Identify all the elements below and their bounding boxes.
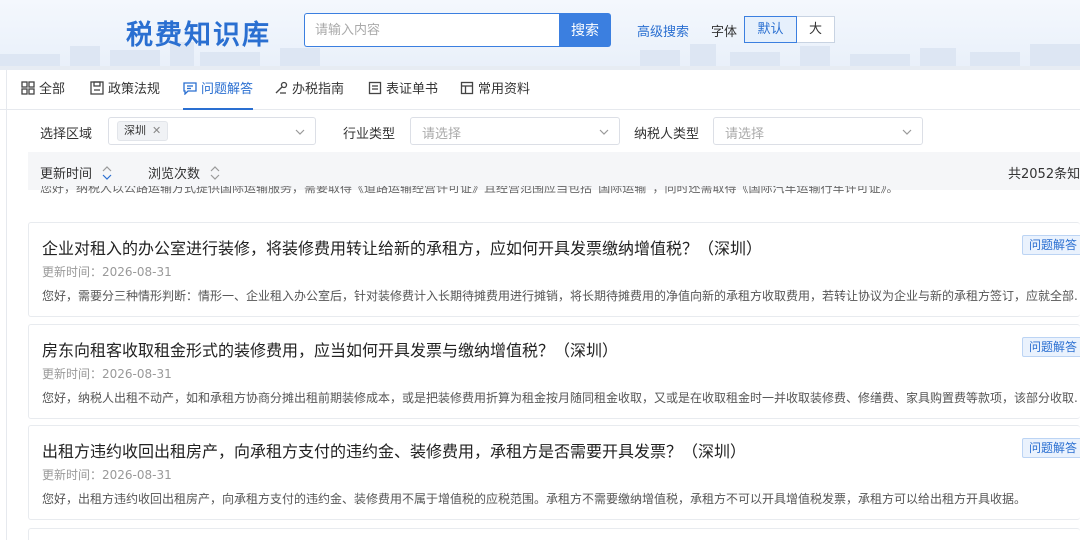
tab-guide-label: 办税指南 bbox=[292, 82, 345, 97]
result-card[interactable]: 房东向租客收取租金形式的装修费用，应当如何开具发票与缴纳增值税？（深圳） 问题解… bbox=[28, 324, 1080, 419]
save-icon bbox=[90, 81, 104, 95]
taxpayer-placeholder: 请选择 bbox=[725, 127, 765, 142]
table-icon bbox=[460, 81, 474, 95]
tab-policy[interactable]: 政策法规 bbox=[90, 70, 160, 110]
chevron-down-icon bbox=[295, 129, 305, 135]
search-button[interactable]: 搜索 bbox=[559, 13, 611, 47]
sort-views[interactable]: 浏览次数 bbox=[148, 163, 220, 182]
sort-bar: 更新时间 浏览次数 共2052条知识 bbox=[28, 152, 1080, 190]
industry-label: 行业类型 bbox=[343, 127, 396, 142]
tab-forms-label: 表证单书 bbox=[386, 82, 439, 97]
result-date: 更新时间：2026-08-31 bbox=[42, 367, 172, 381]
advanced-search-link[interactable]: 高级搜索 bbox=[637, 21, 689, 40]
chevron-down-icon bbox=[902, 129, 912, 135]
tab-all-label: 全部 bbox=[39, 82, 66, 97]
category-badge: 问题解答 bbox=[1022, 337, 1080, 357]
result-summary: 您好，纳税人出租不动产，如和承租方协商分摊出租前期装修成本，或是把装修费用折算为… bbox=[42, 391, 1077, 405]
region-select[interactable]: 深圳 ✕ bbox=[108, 117, 316, 145]
tab-materials[interactable]: 常用资料 bbox=[460, 70, 530, 110]
category-badge: 问题解答 bbox=[1022, 235, 1080, 255]
tools-icon bbox=[275, 81, 288, 94]
sort-update-time[interactable]: 更新时间 bbox=[40, 163, 112, 182]
result-summary: 您好，出租方违约收回出租房产，向承租方支付的违约金、装修费用不属于增值税的应税范… bbox=[42, 492, 1027, 506]
result-card[interactable]: 出租方违约收回出租房产，向承租方支付的违约金、装修费用，承租方是否需要开具发票？… bbox=[28, 425, 1080, 520]
sort-arrows-icon bbox=[102, 166, 112, 180]
tab-all[interactable]: 全部 bbox=[21, 70, 65, 110]
region-tag-label: 深圳 bbox=[124, 124, 146, 137]
industry-select[interactable]: 请选择 bbox=[410, 117, 620, 145]
tab-materials-label: 常用资料 bbox=[478, 82, 531, 97]
result-title[interactable]: 房东向租客收取租金形式的装修费用，应当如何开具发票与缴纳增值税？（深圳） bbox=[42, 337, 618, 361]
result-title[interactable]: 企业对租入的办公室进行装修，将装修费用转让给新的承租方，应如何开具发票缴纳增值税… bbox=[42, 235, 762, 259]
font-large-button[interactable]: 大 bbox=[797, 16, 835, 43]
result-count: 共2052条知识 bbox=[1008, 167, 1080, 182]
sort-arrows-icon bbox=[210, 166, 220, 180]
category-badge: 问题解答 bbox=[1022, 438, 1080, 458]
result-card[interactable]: 企业对租入的办公室进行装修，将装修费用转让给新的承租方，应如何开具发票缴纳增值税… bbox=[28, 222, 1080, 317]
region-label: 选择区域 bbox=[40, 127, 93, 142]
result-date: 更新时间：2026-08-31 bbox=[42, 468, 172, 482]
result-date: 更新时间：2026-08-31 bbox=[42, 265, 172, 279]
result-summary: 您好，需要分三种情形判断：情形一、企业租入办公室后，针对装修费计入长期待摊费用进… bbox=[42, 289, 1077, 303]
tab-qa-label: 问题解答 bbox=[201, 82, 254, 97]
result-title[interactable]: 出租方违约收回出租房产，向承租方支付的违约金、装修费用，承租方是否需要开具发票？… bbox=[42, 438, 746, 462]
chevron-down-icon bbox=[599, 129, 609, 135]
tab-forms[interactable]: 表证单书 bbox=[368, 70, 438, 110]
taxpayer-select[interactable]: 请选择 bbox=[713, 117, 923, 145]
clipped-result-summary: 您好，纳税人以公路运输方式提供国际运输服务，需要取得《道路运输经营许可证》且经营… bbox=[40, 186, 1080, 198]
tab-policy-label: 政策法规 bbox=[108, 82, 161, 97]
result-card-partial[interactable] bbox=[28, 528, 1080, 540]
tab-guide[interactable]: 办税指南 bbox=[274, 70, 344, 110]
tab-qa[interactable]: 问题解答 bbox=[183, 70, 254, 110]
industry-placeholder: 请选择 bbox=[422, 127, 462, 142]
header-banner: 税费知识库 搜索 高级搜索 字体 默认 大 bbox=[0, 0, 1080, 66]
clipped-summary-text: 您好，纳税人以公路运输方式提供国际运输服务，需要取得《道路运输经营许可证》且经营… bbox=[40, 186, 899, 195]
font-default-button[interactable]: 默认 bbox=[744, 16, 797, 43]
chat-icon bbox=[183, 82, 197, 95]
grid-icon bbox=[21, 81, 35, 95]
font-size-label: 字体 bbox=[711, 25, 738, 40]
region-tag: 深圳 ✕ bbox=[117, 121, 169, 141]
category-tabs: 全部 政策法规 问题解答 办税指南 表证单书 常用资料 bbox=[0, 70, 1080, 110]
form-icon bbox=[368, 81, 382, 95]
taxpayer-label: 纳税人类型 bbox=[634, 127, 700, 142]
left-border bbox=[6, 70, 7, 540]
search-input[interactable] bbox=[304, 13, 560, 47]
site-logo[interactable]: 税费知识库 bbox=[126, 13, 271, 52]
sort-update-time-label: 更新时间 bbox=[40, 167, 93, 182]
sort-views-label: 浏览次数 bbox=[148, 167, 201, 182]
tag-close-icon[interactable]: ✕ bbox=[152, 124, 161, 137]
